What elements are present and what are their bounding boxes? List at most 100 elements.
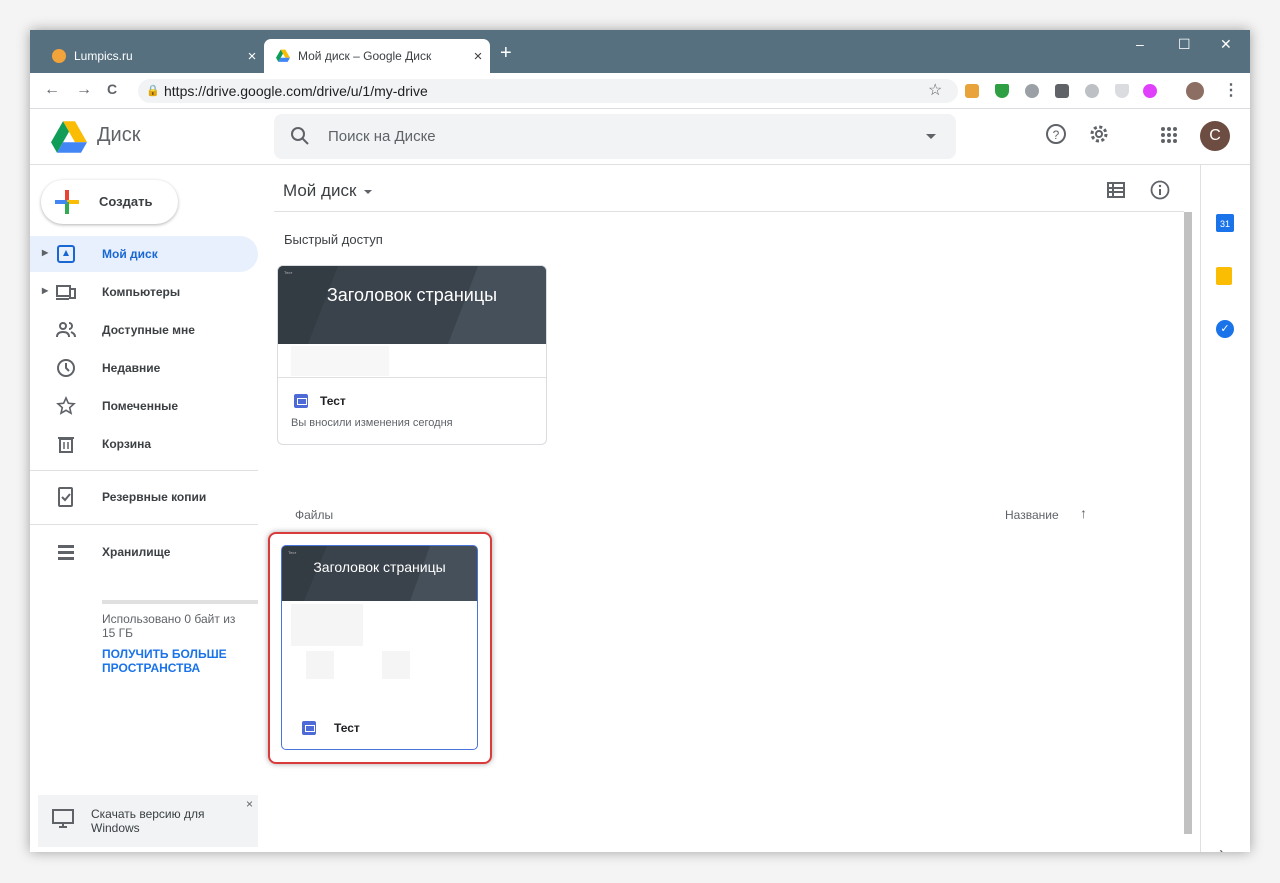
file-subtitle: Вы вносили изменения сегодня xyxy=(291,417,453,429)
tab-title: Lumpics.ru xyxy=(74,49,133,63)
reload-button[interactable]: C xyxy=(107,81,117,97)
tab-strip: Lumpics.ru × Мой диск – Google Диск × + … xyxy=(30,30,1250,73)
people-icon xyxy=(56,322,76,338)
lumpics-favicon-icon xyxy=(52,49,66,63)
sidebar-item-computers[interactable]: ▶ Компьютеры xyxy=(30,274,258,310)
sidebar-item-label: Недавние xyxy=(102,361,161,375)
forward-button[interactable]: → xyxy=(76,81,92,99)
trash-icon xyxy=(58,437,74,453)
sidebar-item-recent[interactable]: Недавние xyxy=(30,350,258,386)
card-divider xyxy=(278,377,546,378)
expand-arrow-icon[interactable]: ▶ xyxy=(42,286,48,295)
drive-favicon-icon xyxy=(276,49,290,62)
quick-access-heading: Быстрый доступ xyxy=(284,232,383,247)
tab-close-icon[interactable]: × xyxy=(240,48,264,65)
sidebar-divider xyxy=(30,470,258,471)
storage-usage-bar xyxy=(102,600,258,604)
storage-icon xyxy=(58,545,74,560)
get-more-storage-link[interactable]: ПОЛУЧИТЬ БОЛЬШЕ ПРОСТРАНСТВА xyxy=(102,647,252,675)
side-panel: 31 ✓ › xyxy=(1200,165,1250,852)
sidebar-item-label: Помеченные xyxy=(102,399,179,413)
search-options-icon[interactable] xyxy=(926,134,936,139)
thumbnail-placeholder xyxy=(291,346,389,376)
thumbnail-title: Заголовок страницы xyxy=(313,559,446,575)
minimize-button[interactable]: – xyxy=(1136,36,1144,52)
lock-icon: 🔒 xyxy=(146,85,160,97)
create-button[interactable]: Создать xyxy=(41,180,178,224)
expand-arrow-icon[interactable]: ▶ xyxy=(42,248,48,257)
tab-title: Мой диск – Google Диск xyxy=(298,49,432,63)
backup-device-icon xyxy=(58,487,73,507)
close-window-button[interactable]: ✕ xyxy=(1220,36,1232,53)
search-icon[interactable] xyxy=(290,126,310,146)
profile-avatar-icon[interactable] xyxy=(1186,82,1204,100)
extension-shield2-icon[interactable] xyxy=(1115,84,1129,98)
sidebar-item-my-drive[interactable]: ▶ Мой диск xyxy=(30,236,258,272)
new-tab-button[interactable]: + xyxy=(500,42,512,65)
sidebar: Создать ▶ Мой диск ▶ Компьютеры Доступны… xyxy=(30,165,274,852)
extension-eye-icon[interactable] xyxy=(1085,84,1099,98)
calendar-icon[interactable]: 31 xyxy=(1216,214,1234,232)
tab-google-drive[interactable]: Мой диск – Google Диск × xyxy=(264,39,490,73)
monitor-icon xyxy=(52,809,74,828)
download-text: Скачать версию для Windows xyxy=(91,807,205,835)
expand-panel-icon[interactable]: › xyxy=(1219,843,1225,852)
sort-by-name[interactable]: Название xyxy=(1005,508,1059,522)
storage-used-text: Использовано 0 байт из 15 ГБ xyxy=(102,612,236,640)
sidebar-item-shared[interactable]: Доступные мне xyxy=(30,312,258,348)
browser-menu-icon[interactable]: ⋮ xyxy=(1223,80,1239,100)
file-card[interactable]: Тест Заголовок страницы Тест xyxy=(281,545,478,750)
download-banner[interactable]: Скачать версию для Windows × xyxy=(38,795,258,847)
page-title-text: Мой диск xyxy=(283,181,357,200)
tab-close-icon[interactable]: × xyxy=(466,48,490,65)
close-banner-icon[interactable]: × xyxy=(246,797,253,811)
file-name: Тест xyxy=(334,721,360,735)
address-bar-row: ← → C 🔒 https://drive.google.com/drive/u… xyxy=(30,73,1250,109)
back-button[interactable]: ← xyxy=(44,81,60,99)
bookmark-star-icon[interactable]: ☆ xyxy=(928,80,942,100)
settings-gear-icon[interactable] xyxy=(1088,123,1110,145)
title-divider xyxy=(274,211,1184,212)
help-icon[interactable]: ? xyxy=(1045,123,1067,145)
sidebar-item-label: Мой диск xyxy=(102,247,158,261)
apps-grid-icon[interactable] xyxy=(1160,126,1178,144)
quick-access-card[interactable]: Тест Заголовок страницы Тест Вы вносили … xyxy=(277,265,547,445)
extension-puzzle-icon[interactable] xyxy=(1143,84,1157,98)
thumbnail-tiny-label: Тест xyxy=(284,270,293,275)
drive-logo-icon xyxy=(51,121,87,153)
url-field[interactable]: 🔒 https://drive.google.com/drive/u/1/my-… xyxy=(138,79,958,103)
extension-shield-icon[interactable] xyxy=(995,84,1009,98)
thumbnail-placeholder xyxy=(291,604,363,646)
computers-icon xyxy=(56,285,76,300)
page-title[interactable]: Мой диск xyxy=(283,181,373,201)
sort-direction-arrow-icon[interactable]: ↑ xyxy=(1080,505,1087,521)
list-view-icon[interactable] xyxy=(1107,182,1125,198)
scrollbar[interactable] xyxy=(1184,212,1192,834)
sidebar-item-trash[interactable]: Корзина xyxy=(30,426,258,462)
info-icon[interactable] xyxy=(1150,180,1170,200)
extension-globe-icon[interactable] xyxy=(1025,84,1039,98)
search-input[interactable]: Поиск на Диске xyxy=(274,114,956,159)
sidebar-divider xyxy=(30,524,258,525)
plus-icon xyxy=(55,190,79,214)
sidebar-item-backups[interactable]: Резервные копии xyxy=(30,479,258,515)
account-avatar[interactable]: C xyxy=(1200,121,1230,151)
sidebar-item-starred[interactable]: Помеченные xyxy=(30,388,258,424)
thumbnail-placeholder xyxy=(382,651,410,679)
drive-header: Диск Поиск на Диске ? C xyxy=(30,109,1250,165)
card-thumbnail: Тест Заголовок страницы xyxy=(278,266,546,344)
keep-icon[interactable] xyxy=(1216,267,1232,285)
brand-name: Диск xyxy=(97,124,141,146)
thumbnail-placeholder xyxy=(306,651,334,679)
tasks-icon[interactable]: ✓ xyxy=(1216,320,1234,338)
extension-home-icon[interactable] xyxy=(965,84,979,98)
clock-icon xyxy=(57,359,75,377)
tab-lumpics[interactable]: Lumpics.ru × xyxy=(38,39,264,73)
sidebar-item-label: Корзина xyxy=(102,437,152,451)
extension-mail-icon[interactable] xyxy=(1055,84,1069,98)
star-icon xyxy=(56,396,76,415)
sidebar-item-storage[interactable]: Хранилище xyxy=(30,534,258,570)
url-text: https://drive.google.com/drive/u/1/my-dr… xyxy=(164,83,428,99)
maximize-button[interactable]: ☐ xyxy=(1178,36,1191,53)
svg-text:?: ? xyxy=(1053,128,1060,142)
